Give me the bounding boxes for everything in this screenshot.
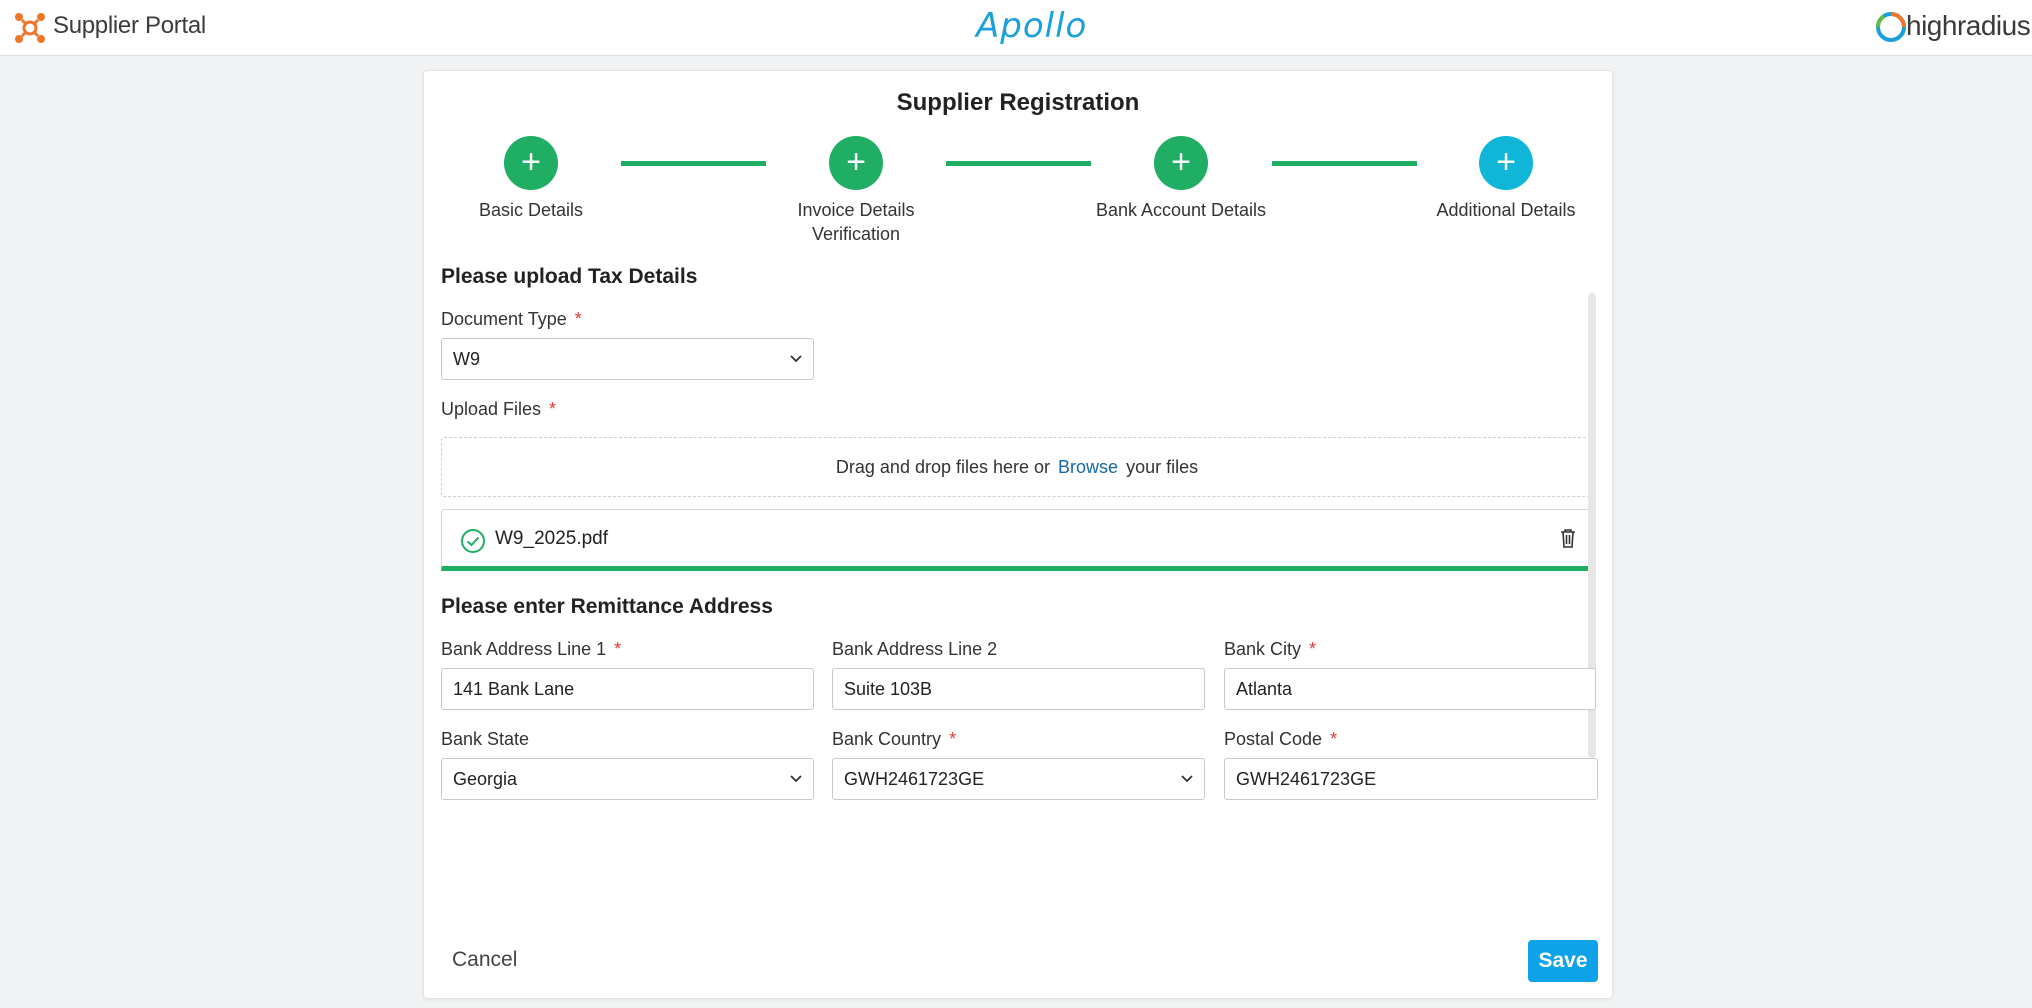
step-basic-details[interactable]: + [504, 136, 558, 190]
step-label-invoice-details: Invoice Details Verification [756, 198, 956, 246]
bank-address-line2-label: Bank Address Line 2 [832, 639, 998, 659]
browse-link[interactable]: Browse [1058, 457, 1118, 477]
step-label-bank-account-details: Bank Account Details [1095, 200, 1267, 220]
postal-code-label: Postal Code * [1224, 729, 1337, 750]
save-button[interactable]: Save [1528, 940, 1598, 982]
step-label-basic-details: Basic Details [478, 200, 584, 220]
select-value: W9 [453, 349, 480, 369]
required-mark: * [1309, 639, 1317, 659]
bank-state-label: Bank State [441, 729, 530, 749]
chevron-down-icon [1181, 775, 1193, 783]
step-label-additional-details: Additional Details [1436, 200, 1576, 220]
select-value: GWH2461723GE [844, 769, 985, 789]
portal-name: Supplier Portal [53, 12, 206, 39]
label-text: Bank Address Line 1 [441, 639, 607, 659]
remittance-section-title: Please enter Remittance Address [441, 595, 773, 618]
bank-address-line2-input[interactable]: Suite 103B [832, 668, 1205, 710]
upload-files-label: Upload Files * [441, 399, 556, 420]
label-text: Document Type [441, 309, 567, 329]
label-text: Postal Code [1224, 729, 1323, 749]
step-invoice-details[interactable]: + [829, 136, 883, 190]
bank-state-select[interactable]: Georgia [441, 758, 814, 800]
required-mark: * [949, 729, 957, 749]
supplier-portal-logo-icon [15, 13, 45, 43]
file-name: W9_2025.pdf [495, 528, 609, 549]
page-title: Supplier Registration [896, 89, 1140, 116]
bank-country-select[interactable]: GWH2461723GE [832, 758, 1205, 800]
required-mark: * [549, 399, 557, 419]
required-mark: * [1330, 729, 1338, 749]
bank-country-label: Bank Country * [832, 729, 956, 750]
highradius-logo-icon [1875, 12, 1906, 42]
tax-section-title: Please upload Tax Details [441, 265, 698, 288]
step-connector [621, 161, 766, 166]
check-circle-icon [461, 529, 485, 553]
step-additional-details[interactable]: + [1479, 136, 1533, 190]
select-value: Georgia [453, 769, 518, 789]
file-dropzone[interactable]: Drag and drop files here or Browse your fi… [441, 437, 1593, 497]
chevron-down-icon [790, 775, 802, 783]
document-type-label: Document Type * [441, 309, 582, 330]
drop-text: Drag and drop files here or [835, 457, 1051, 477]
label-text: Bank Country [832, 729, 942, 749]
chevron-down-icon [790, 355, 802, 363]
uploaded-file-row: W9_2025.pdf [441, 509, 1593, 571]
step-connector [1272, 161, 1417, 166]
step-bank-account-details[interactable]: + [1154, 136, 1208, 190]
step-connector [946, 161, 1091, 166]
step-label-line: Verification [811, 224, 901, 244]
step-label-line: Invoice Details [797, 200, 915, 220]
trash-icon[interactable] [1558, 527, 1578, 549]
document-type-select[interactable]: W9 [441, 338, 814, 380]
bank-city-label: Bank City * [1224, 639, 1316, 660]
registration-card: Supplier Registration + + + + Basic Deta… [423, 70, 1613, 999]
bank-city-input[interactable]: Atlanta [1224, 668, 1596, 710]
bank-address-line1-input[interactable]: 141 Bank Lane [441, 668, 814, 710]
required-mark: * [574, 309, 582, 329]
label-text: Bank City [1224, 639, 1302, 659]
required-mark: * [614, 639, 622, 659]
top-bar: Supplier Portal Apollo highradius [0, 0, 2032, 56]
bank-address-line1-label: Bank Address Line 1 * [441, 639, 621, 660]
label-text: Upload Files [441, 399, 542, 419]
postal-code-input[interactable]: GWH2461723GE [1224, 758, 1598, 800]
drop-text: your files [1126, 457, 1199, 477]
apollo-logo: Apollo [976, 6, 1088, 46]
highradius-name: highradius [1906, 10, 2031, 41]
cancel-button[interactable]: Cancel [452, 948, 517, 972]
